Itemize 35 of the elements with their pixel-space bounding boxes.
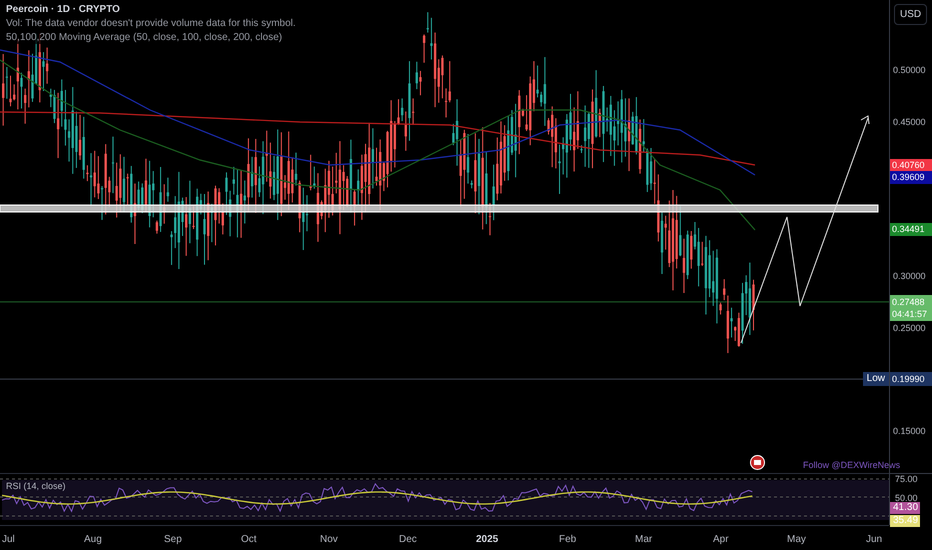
price-tick: 0.25000 <box>893 322 926 334</box>
current-price-text: 0.27488 <box>892 296 926 308</box>
rsi-value-label: 35.49 <box>890 515 920 527</box>
price-tick: 0.30000 <box>893 270 926 282</box>
rsi-title: RSI (14, close) <box>6 480 66 493</box>
time-axis-label: May <box>787 533 806 547</box>
symbol-title: Peercoin · 1D · CRYPTO <box>6 3 120 16</box>
time-axis-label: Oct <box>241 533 257 547</box>
price-label: 0.39609 <box>890 170 932 184</box>
time-axis-label: 2025 <box>476 533 498 547</box>
low-tag: Low <box>862 372 889 386</box>
time-axis-label: Feb <box>559 533 576 547</box>
time-axis-label: Aug <box>84 533 102 547</box>
price-label: 0.40760 <box>890 158 932 172</box>
time-axis-label: Sep <box>164 533 182 547</box>
time-axis-label: Nov <box>320 533 338 547</box>
time-axis-label: Jul <box>2 533 15 547</box>
rsi-tick: 50.00 <box>895 493 918 503</box>
time-axis-label: Dec <box>399 533 417 547</box>
countdown-text: 04:41:57 <box>892 308 928 320</box>
annotation-text: Follow @DEXWireNews <box>803 459 900 472</box>
price-tick: 0.15000 <box>893 424 926 436</box>
legend-text: 50,100,200 Moving Average (50, close, 100, close, 200, close) <box>6 31 282 44</box>
time-axis-label: Mar <box>635 533 652 547</box>
rsi-tick: 75.00 <box>895 474 918 484</box>
legend-text: Vol: The data vendor doesn't provide volume data for this symbol. <box>6 17 296 30</box>
flag-icon <box>750 455 765 470</box>
low-price-label: 0.19990 <box>890 372 932 386</box>
price-tick: 0.50000 <box>893 64 926 76</box>
price-tick: 0.45000 <box>893 116 926 128</box>
time-axis-label: Jun <box>866 533 882 547</box>
rsi-value-label: 41.30 <box>890 502 920 514</box>
price-label: 0.34491 <box>890 223 932 236</box>
time-axis-label: Apr <box>713 533 729 547</box>
currency-button[interactable]: USD <box>894 4 928 25</box>
